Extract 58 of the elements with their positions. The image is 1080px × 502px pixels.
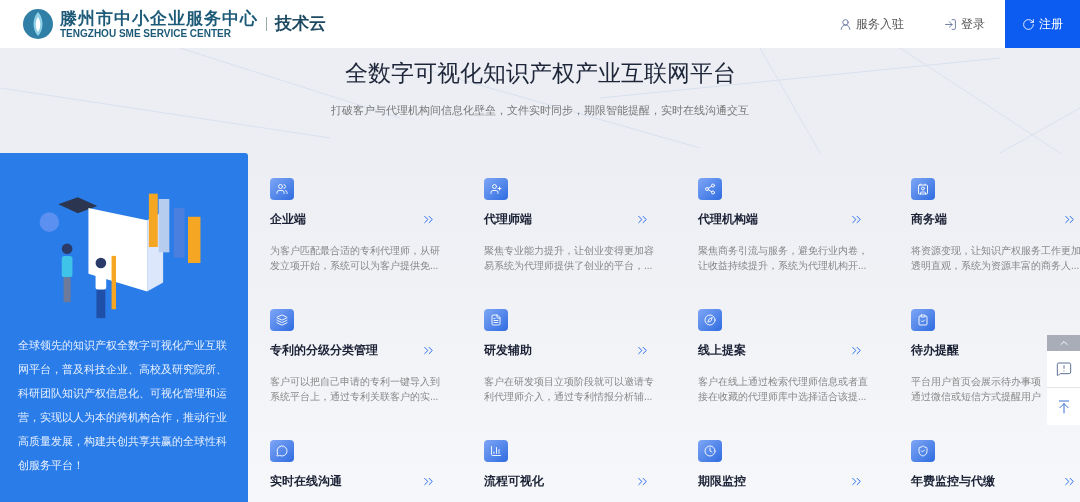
service-entry-link[interactable]: 服务入驻 <box>819 0 924 48</box>
login-link[interactable]: 登录 <box>924 0 1005 48</box>
feature-description: 利代理师介入，通过专利情报分析辅... <box>484 390 654 404</box>
logo-title: 滕州市中小企业服务中心 <box>60 9 258 27</box>
feature-description: 聚焦商务引流与服务，避免行业内卷， <box>698 244 869 258</box>
feature-title: 待办提醒 <box>911 342 959 359</box>
feature-title: 专利的分级分类管理 <box>270 342 378 359</box>
feature-title: 线上提案 <box>698 342 746 359</box>
feature-icon <box>484 309 508 331</box>
hero-title: 全数字可视化知识产权产业互联网平台 <box>344 59 736 88</box>
feature-card[interactable]: 商务端 将资源变现，让知识产权服务工作更加 透明直观，系统为资源丰富的商务人... <box>911 178 1080 273</box>
register-button[interactable]: 注册 <box>1005 0 1080 48</box>
feature-icon <box>911 178 935 200</box>
feature-icon <box>270 178 294 200</box>
feature-description: 平台用户首页会展示待办事项 <box>911 375 1042 389</box>
product-name: 技术云 <box>275 13 326 36</box>
feature-icon <box>698 440 722 462</box>
feedback-icon <box>1055 361 1072 377</box>
feature-description: 为客户匹配最合适的专利代理师，从研 <box>270 244 441 258</box>
feature-icon <box>911 309 935 331</box>
feature-description: 系统平台上，通过专利关联客户的实... <box>270 390 440 404</box>
feature-description: 让收益持续提升，系统为代理机构开... <box>698 259 868 273</box>
feature-title: 流程可视化 <box>484 473 544 490</box>
feature-title: 企业端 <box>270 211 306 228</box>
feature-icon <box>484 440 508 462</box>
feature-title: 商务端 <box>911 211 947 228</box>
feature-title: 代理机构端 <box>698 211 758 228</box>
feature-description: 客户在研发项目立项阶段就可以邀请专 <box>484 375 655 389</box>
feedback-button[interactable] <box>1047 351 1080 388</box>
feature-title: 实时在线沟通 <box>270 473 342 490</box>
feature-icon <box>270 309 294 331</box>
feature-icon <box>484 178 508 200</box>
refresh-icon <box>1022 17 1035 31</box>
logo-subtitle: TENGZHOU SME SERVICE CENTER <box>60 28 232 39</box>
feature-description: 透明直观，系统为资源丰富的商务人... <box>911 259 1080 273</box>
collapse-button[interactable] <box>1047 335 1080 351</box>
feature-title: 期限监控 <box>698 473 746 490</box>
feature-description: 将资源变现，让知识产权服务工作更加 <box>911 244 1080 258</box>
feature-title: 研发辅助 <box>484 342 532 359</box>
intro-text: 全球领先的知识产权全数字可视化产业互联网平台，普及科技企业、高校及研究院所、科研团队知识产权信息化、可视化管理和运营，实现以人为本的跨机构合作，推动行业高质量发展，构建共创共享共赢的全球性科创服务平台！ <box>17 338 228 473</box>
feature-description: 通过微信或短信方式提醒用户 <box>911 390 1042 404</box>
feature-description: 接在收藏的代理师库中选择适合该提... <box>698 390 868 404</box>
feature-title: 代理师端 <box>484 211 532 228</box>
feature-icon <box>698 178 722 200</box>
feature-icon <box>911 440 935 462</box>
feature-title: 年费监控与代缴 <box>911 473 995 490</box>
feature-icon <box>270 440 294 462</box>
user-icon <box>839 17 852 31</box>
back-to-top-button[interactable] <box>1047 388 1080 425</box>
feature-icon <box>698 309 722 331</box>
feature-description: 客户可以把自己申请的专利一键导入到 <box>270 375 441 389</box>
logo-icon <box>22 8 54 40</box>
feature-description: 客户在线上通过检索代理师信息或者直 <box>698 375 869 389</box>
feature-description: 聚焦专业能力提升，让创业变得更加容 <box>484 244 655 258</box>
login-icon <box>944 17 957 31</box>
feature-description: 发立项开始，系统可以为客户提供免... <box>270 259 440 273</box>
hero-subtitle: 打破客户与代理机构间信息化壁垒，文件实时同步，期限智能提醒，实时在线沟通交互 <box>331 102 749 118</box>
feature-description: 易系统为代理师提供了创业的平台，... <box>484 259 654 273</box>
